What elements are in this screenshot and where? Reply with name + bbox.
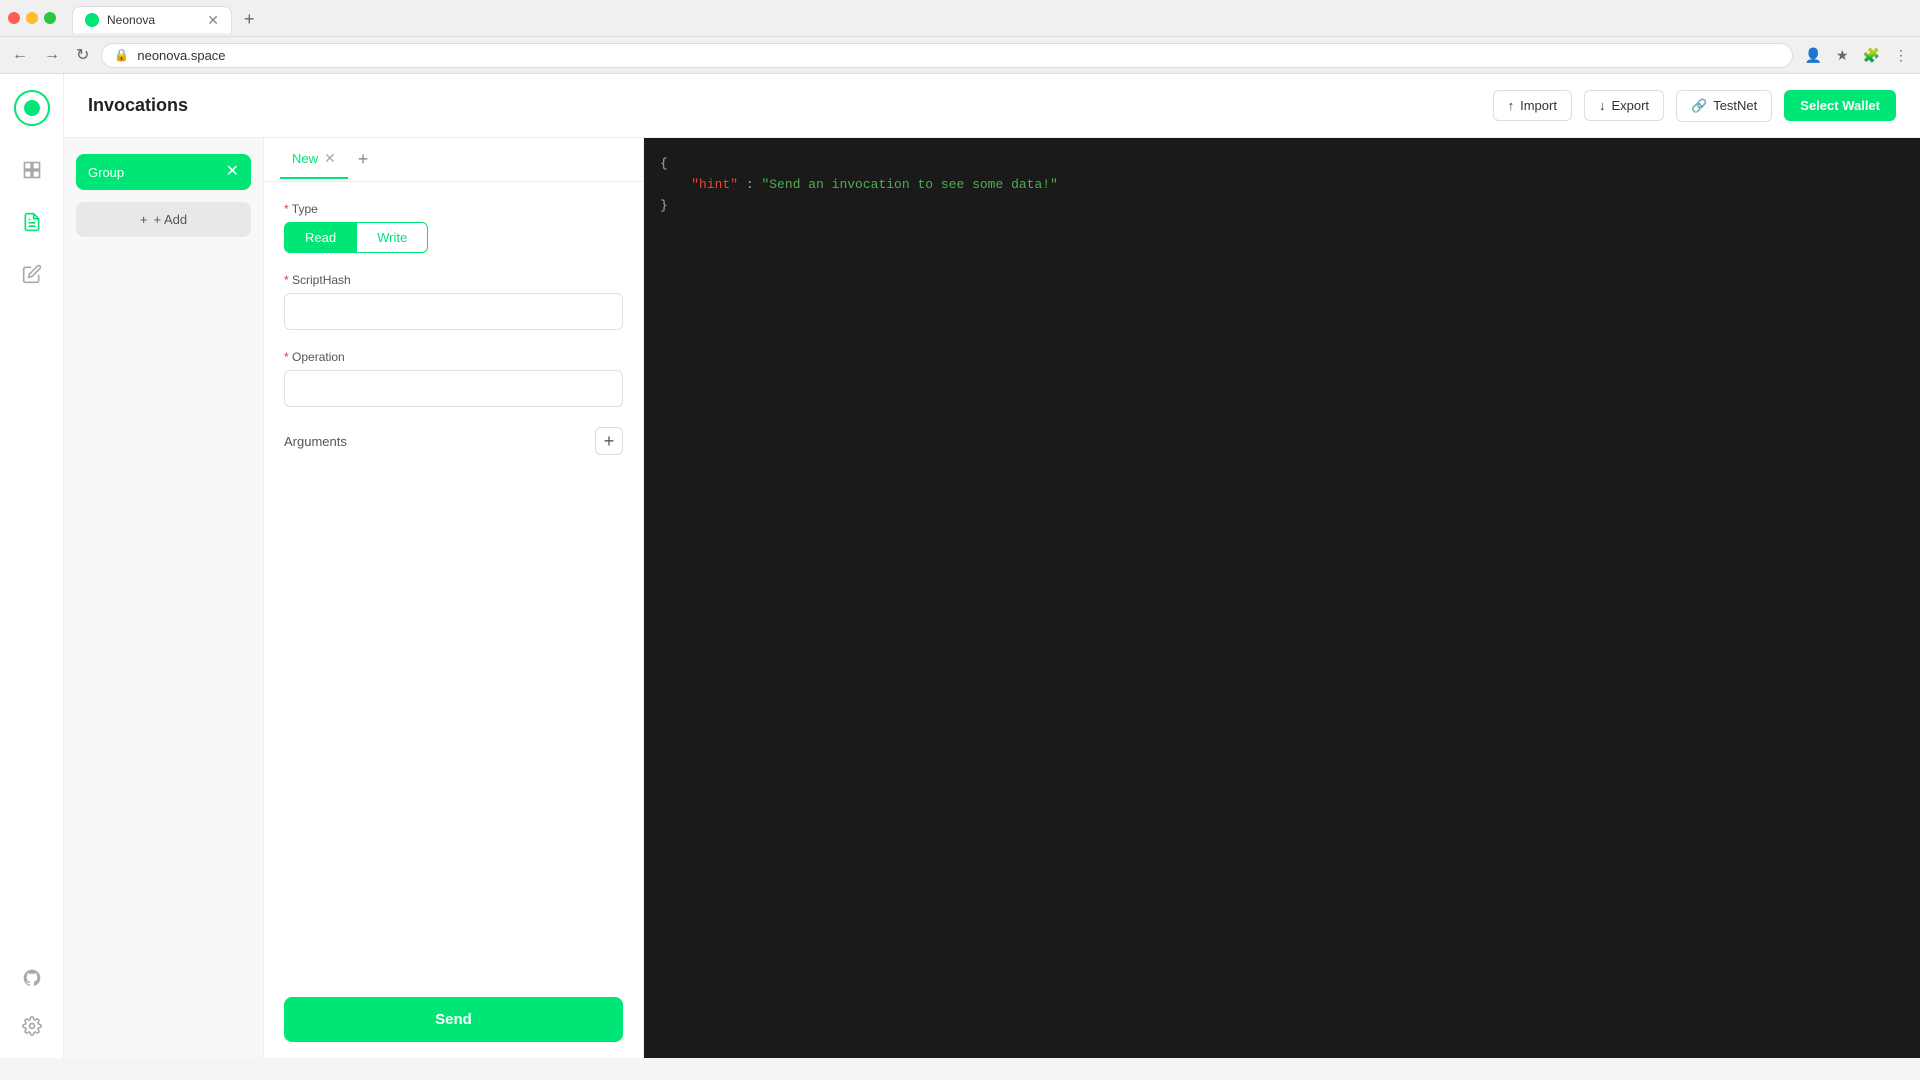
browser-maximize-btn[interactable] bbox=[44, 12, 56, 24]
forward-btn[interactable]: → bbox=[40, 42, 64, 68]
header-actions: ↑ Import ↓ Export 🔗 TestNet Select Walle… bbox=[1493, 90, 1896, 122]
bookmark-icon-btn[interactable]: ★ bbox=[1832, 43, 1853, 68]
json-value-hint: "Send an invocation to see some data!" bbox=[761, 177, 1057, 192]
lock-icon: 🔒 bbox=[114, 48, 129, 62]
sidebar-item-github[interactable] bbox=[16, 962, 48, 994]
import-icon: ↑ bbox=[1508, 98, 1515, 113]
json-indent bbox=[660, 177, 691, 192]
sidebar-item-grid[interactable] bbox=[16, 154, 48, 186]
tab-new-label: New bbox=[292, 151, 318, 166]
browser-tab-close[interactable]: ✕ bbox=[207, 13, 219, 27]
groups-panel: ✕ + + Add bbox=[64, 138, 264, 1058]
browser-toolbar: ← → ↻ 🔒 neonova.space 👤 ★ 🧩 ⋮ bbox=[0, 36, 1920, 73]
output-panel: { "hint" : "Send an invocation to see so… bbox=[644, 138, 1920, 1058]
profile-icon-btn[interactable]: 👤 bbox=[1801, 43, 1826, 68]
testnet-button[interactable]: 🔗 TestNet bbox=[1676, 90, 1772, 122]
sidebar-item-edit[interactable] bbox=[16, 258, 48, 290]
scripthash-input[interactable] bbox=[284, 293, 623, 330]
add-group-label: + Add bbox=[153, 212, 187, 227]
scripthash-required-marker: * bbox=[284, 273, 289, 287]
tab-new-close-btn[interactable]: ✕ bbox=[324, 150, 336, 167]
url-display: neonova.space bbox=[137, 48, 1779, 63]
import-button[interactable]: ↑ Import bbox=[1493, 90, 1572, 121]
operation-required-marker: * bbox=[284, 350, 289, 364]
json-open-brace: { bbox=[660, 156, 668, 171]
reload-btn[interactable]: ↻ bbox=[72, 41, 93, 69]
group-close-btn[interactable]: ✕ bbox=[222, 164, 239, 180]
operation-label-text: Operation bbox=[292, 350, 345, 364]
scripthash-label: * ScriptHash bbox=[284, 273, 623, 287]
scripthash-field-group: * ScriptHash bbox=[284, 273, 623, 330]
tabs-bar: New ✕ + bbox=[264, 138, 643, 182]
type-required-marker: * bbox=[284, 202, 289, 216]
type-write-btn[interactable]: Write bbox=[357, 222, 428, 253]
json-key-hint: "hint" bbox=[691, 177, 738, 192]
import-label: Import bbox=[1520, 98, 1557, 113]
send-button[interactable]: Send bbox=[284, 997, 623, 1042]
browser-tab[interactable]: Neonova ✕ bbox=[72, 6, 232, 33]
browser-minimize-btn[interactable] bbox=[26, 12, 38, 24]
form-content: * Type Read Write * ScriptHash bbox=[264, 182, 643, 981]
browser-chrome: Neonova ✕ + ← → ↻ 🔒 neonova.space 👤 ★ 🧩 … bbox=[0, 0, 1920, 74]
more-menu-btn[interactable]: ⋮ bbox=[1890, 43, 1912, 68]
address-bar[interactable]: 🔒 neonova.space bbox=[101, 43, 1792, 68]
testnet-icon: 🔗 bbox=[1691, 98, 1707, 114]
type-buttons: Read Write bbox=[284, 222, 623, 253]
app-header: Invocations ↑ Import ↓ Export 🔗 TestNet … bbox=[64, 74, 1920, 138]
form-panel: New ✕ + * Type Read bbox=[264, 138, 644, 1058]
scripthash-label-text: ScriptHash bbox=[292, 273, 351, 287]
operation-field-group: * Operation bbox=[284, 350, 623, 407]
new-tab-btn[interactable]: + bbox=[236, 5, 263, 34]
type-read-btn[interactable]: Read bbox=[284, 222, 357, 253]
group-item[interactable]: ✕ bbox=[76, 154, 251, 190]
json-close-brace: } bbox=[660, 198, 668, 213]
arguments-add-btn[interactable]: + bbox=[595, 427, 623, 455]
tab-title: Neonova bbox=[107, 13, 199, 27]
select-wallet-button[interactable]: Select Wallet bbox=[1784, 90, 1896, 121]
main-content: Invocations ↑ Import ↓ Export 🔗 TestNet … bbox=[64, 74, 1920, 1058]
back-btn[interactable]: ← bbox=[8, 42, 32, 68]
browser-controls bbox=[8, 12, 56, 24]
type-label: * Type bbox=[284, 202, 623, 216]
page-title: Invocations bbox=[88, 95, 1493, 116]
logo-inner bbox=[24, 100, 40, 116]
tab-favicon bbox=[85, 13, 99, 27]
sidebar-item-settings[interactable] bbox=[16, 1010, 48, 1042]
tab-new[interactable]: New ✕ bbox=[280, 140, 348, 179]
app-container: Invocations ↑ Import ↓ Export 🔗 TestNet … bbox=[0, 74, 1920, 1058]
add-group-button[interactable]: + + Add bbox=[76, 202, 251, 237]
arguments-label: Arguments bbox=[284, 434, 347, 449]
select-wallet-label: Select Wallet bbox=[1800, 98, 1880, 113]
export-button[interactable]: ↓ Export bbox=[1584, 90, 1664, 121]
sidebar-bottom bbox=[16, 962, 48, 1042]
toolbar-actions: 👤 ★ 🧩 ⋮ bbox=[1801, 43, 1912, 68]
extension-icon-btn[interactable]: 🧩 bbox=[1859, 43, 1884, 68]
browser-titlebar: Neonova ✕ + bbox=[0, 0, 1920, 36]
send-btn-container: Send bbox=[264, 981, 643, 1058]
type-label-text: Type bbox=[292, 202, 318, 216]
arguments-header: Arguments + bbox=[284, 427, 623, 455]
add-group-icon: + bbox=[140, 212, 148, 227]
group-name-input[interactable] bbox=[88, 165, 222, 180]
sidebar-item-invocations[interactable] bbox=[16, 206, 48, 238]
json-colon: : bbox=[738, 177, 761, 192]
export-label: Export bbox=[1611, 98, 1649, 113]
export-icon: ↓ bbox=[1599, 98, 1606, 113]
tab-bar: Neonova ✕ + bbox=[64, 5, 271, 34]
app-logo bbox=[14, 90, 50, 126]
sidebar-icons bbox=[0, 74, 64, 1058]
content-area: ✕ + + Add New ✕ + bbox=[64, 138, 1920, 1058]
operation-label: * Operation bbox=[284, 350, 623, 364]
browser-close-btn[interactable] bbox=[8, 12, 20, 24]
tab-add-btn[interactable]: + bbox=[358, 149, 369, 170]
testnet-label: TestNet bbox=[1713, 98, 1757, 113]
type-field-group: * Type Read Write bbox=[284, 202, 623, 253]
operation-input[interactable] bbox=[284, 370, 623, 407]
